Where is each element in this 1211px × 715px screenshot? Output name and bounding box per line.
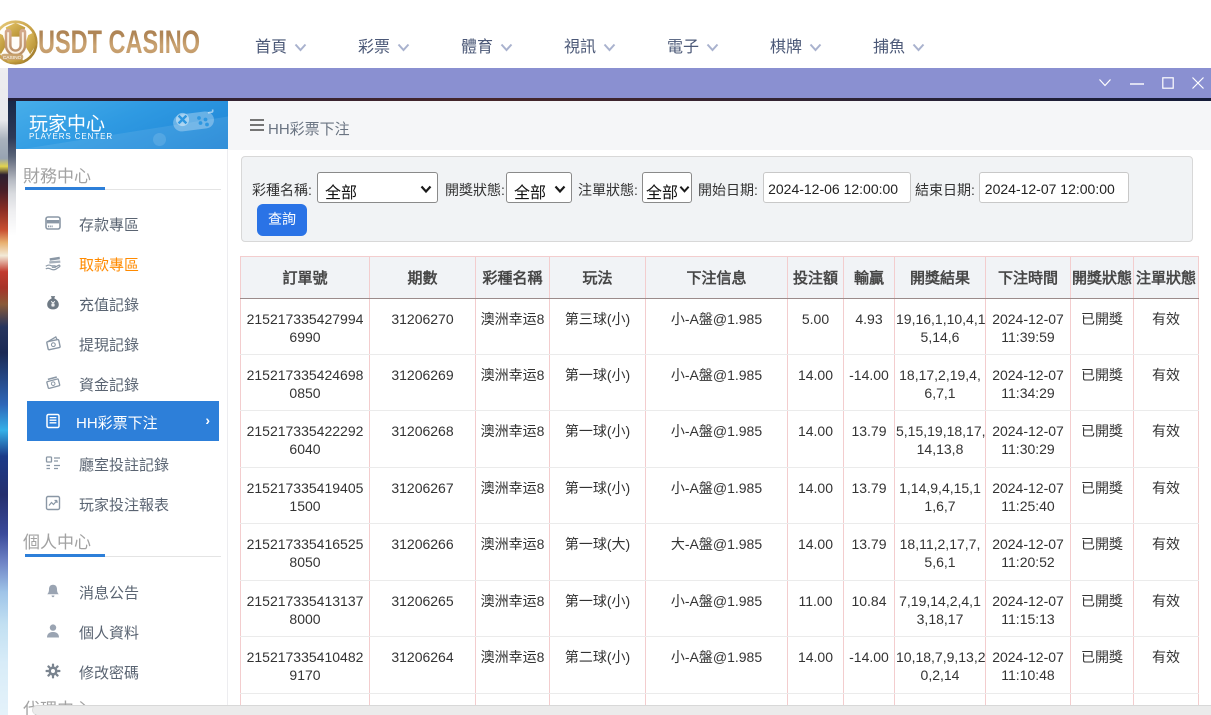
svg-text:CASINO: CASINO — [3, 55, 22, 61]
